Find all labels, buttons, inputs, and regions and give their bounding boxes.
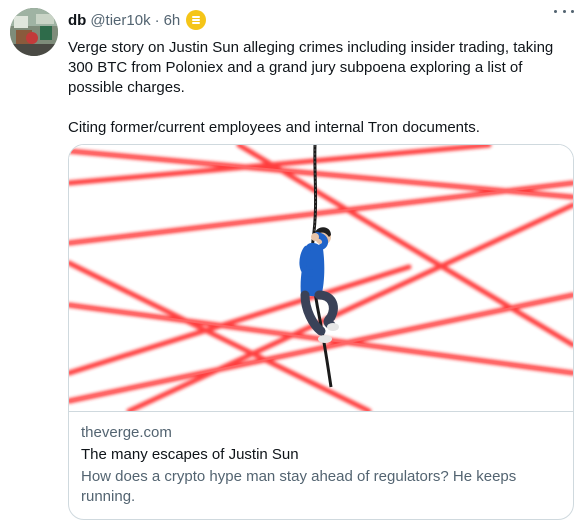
tweet-header: db @tier10k · 6h [68,10,207,30]
separator-dot: · [154,11,160,29]
timestamp[interactable]: 6h [164,12,181,29]
link-card-meta[interactable]: theverge.com The many escapes of Justin … [69,411,573,507]
author-handle[interactable]: @tier10k [90,12,150,29]
link-domain: theverge.com [81,424,172,441]
notes-badge-icon [186,10,207,30]
author-name[interactable]: db [68,12,86,29]
more-options-icon[interactable] [554,4,574,18]
tweet-paragraph: Citing former/current employees and inte… [68,119,480,136]
tweet-text: Verge story on Justin Sun alleging crime… [68,38,568,138]
link-title: The many escapes of Justin Sun [81,446,299,463]
link-card[interactable]: theverge.com The many escapes of Justin … [68,144,574,520]
link-description: How does a crypto hype man stay ahead of… [81,468,517,505]
tweet-paragraph: Verge story on Justin Sun alleging crime… [68,39,554,96]
link-card-image[interactable] [69,145,573,411]
avatar[interactable] [10,8,58,56]
laser-grid-rope-climber-image [69,145,573,411]
tweet[interactable]: db @tier10k · 6h Verge story on Justin S… [0,0,588,529]
